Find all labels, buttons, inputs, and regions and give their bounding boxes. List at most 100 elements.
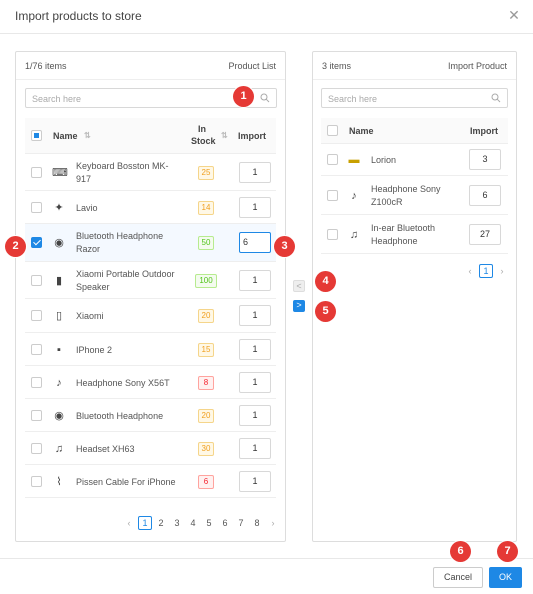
page-number[interactable]: 6 — [218, 517, 232, 531]
import-quantity-input[interactable]: 1 — [239, 372, 271, 393]
row-checkbox[interactable] — [327, 229, 338, 240]
row-checkbox[interactable] — [31, 476, 42, 487]
row-checkbox[interactable] — [327, 154, 338, 165]
import-quantity-input[interactable]: 1 — [239, 471, 271, 492]
row-checkbox[interactable] — [31, 344, 42, 355]
row-checkbox[interactable] — [31, 443, 42, 454]
product-pagination: ‹ 1 2 3 4 5 6 7 8 › — [122, 516, 282, 531]
page-number[interactable]: 3 — [170, 517, 184, 531]
import-quantity-input[interactable]: 3 — [469, 149, 501, 170]
move-right-button[interactable]: > — [293, 300, 305, 312]
import-quantity-input[interactable]: 1 — [239, 438, 271, 459]
stock-badge: 15 — [198, 343, 214, 357]
table-row[interactable]: ♪ Headphone Sony Z100cR 6 — [321, 176, 508, 215]
product-name-line1: Headset XH63 — [76, 444, 135, 454]
table-row[interactable]: ▮ Xiaomi Portable Outdoor Speaker 100 1 — [25, 262, 276, 299]
search-icon — [260, 93, 270, 103]
annotation-badge: 4 — [315, 271, 336, 292]
prev-page-icon[interactable]: ‹ — [122, 517, 136, 531]
product-rows: ⌨ Keyboard Bosston MK- 917 25 1 ✦ Lavio … — [25, 154, 276, 498]
import-quantity-input[interactable]: 1 — [239, 162, 271, 183]
sort-icon[interactable]: ⇅ — [221, 131, 228, 140]
table-row[interactable]: ♪ Headphone Sony X56T 8 1 — [25, 366, 276, 399]
annotation-badge: 3 — [274, 236, 295, 257]
import-search-input[interactable]: Search here — [321, 88, 508, 108]
table-row[interactable]: ♫ Headset XH63 30 1 — [25, 432, 276, 465]
product-thumbnail-icon: ✦ — [54, 202, 64, 214]
annotation-badge: 2 — [5, 236, 26, 257]
product-name: Bluetooth Headphone — [76, 410, 163, 423]
table-row[interactable]: ▬ Lorion 3 — [321, 144, 508, 176]
page-number[interactable]: 4 — [186, 517, 200, 531]
table-row[interactable]: ⌇ Pissen Cable For iPhone 6 1 — [25, 465, 276, 498]
annotation-badge: 5 — [315, 301, 336, 322]
page-number[interactable]: 1 — [479, 264, 493, 278]
table-row[interactable]: ⌨ Keyboard Bosston MK- 917 25 1 — [25, 154, 276, 191]
product-name: Headphone Sony X56T — [76, 377, 170, 390]
column-in-stock-1: In — [198, 124, 206, 134]
import-table: Name Import ▬ Lorion 3 ♪ Headphone Sony … — [321, 118, 508, 254]
row-checkbox[interactable] — [31, 275, 42, 286]
page-number[interactable]: 5 — [202, 517, 216, 531]
product-thumbnail-icon: ♪ — [56, 377, 62, 389]
product-name-line1: Keyboard Bosston MK- — [76, 161, 169, 171]
import-quantity-input[interactable]: 1 — [239, 197, 271, 218]
import-quantity-input[interactable]: 6 — [469, 185, 501, 206]
product-name: Pissen Cable For iPhone — [76, 476, 176, 489]
move-left-button[interactable]: < — [293, 280, 305, 292]
next-page-icon[interactable]: › — [266, 517, 280, 531]
import-product-panel: 3 items Import Product Search here Name … — [312, 51, 517, 542]
stock-badge: 20 — [198, 309, 214, 323]
row-checkbox[interactable] — [327, 190, 338, 201]
product-name-line1: Bluetooth Headphone — [76, 411, 164, 421]
import-quantity-input[interactable]: 6 — [239, 232, 271, 253]
select-all-checkbox[interactable] — [327, 125, 338, 136]
stock-badge: 20 — [198, 409, 214, 423]
product-name-line1: Headphone Sony — [371, 184, 441, 194]
column-import: Import — [470, 126, 498, 136]
table-row[interactable]: ▪ IPhone 2 15 1 — [25, 333, 276, 366]
ok-button[interactable]: OK — [489, 567, 522, 588]
header-divider — [0, 33, 533, 34]
import-quantity-input[interactable]: 1 — [239, 270, 271, 291]
sort-icon[interactable]: ⇅ — [84, 131, 91, 140]
product-thumbnail-icon: ◉ — [54, 237, 64, 249]
table-row[interactable]: ◉ Bluetooth Headphone 20 1 — [25, 399, 276, 432]
row-checkbox[interactable] — [31, 310, 42, 321]
page-number[interactable]: 1 — [138, 516, 152, 530]
close-icon[interactable]: ✕ — [507, 8, 521, 22]
page-number[interactable]: 8 — [250, 517, 264, 531]
prev-page-icon[interactable]: ‹ — [463, 265, 477, 279]
table-row[interactable]: ◉ Bluetooth Headphone Razor 50 6 — [25, 224, 276, 262]
row-checkbox[interactable] — [31, 237, 42, 248]
import-quantity-input[interactable]: 27 — [469, 224, 501, 245]
product-name-line1: IPhone 2 — [76, 345, 113, 355]
product-thumbnail-icon: ▯ — [55, 310, 63, 322]
table-row[interactable]: ▯ Xiaomi 20 1 — [25, 299, 276, 333]
product-name: Keyboard Bosston MK- 917 — [76, 160, 169, 186]
next-page-icon[interactable]: › — [495, 265, 509, 279]
row-checkbox[interactable] — [31, 377, 42, 388]
table-row[interactable]: ✦ Lavio 14 1 — [25, 191, 276, 224]
import-quantity-input[interactable]: 1 — [239, 405, 271, 426]
import-product-count: 3 items — [322, 61, 352, 71]
column-in-stock-2[interactable]: Stock — [191, 136, 216, 146]
stock-badge: 25 — [198, 166, 214, 180]
page-number[interactable]: 2 — [154, 517, 168, 531]
product-name-line1: In-ear Bluetooth — [371, 223, 436, 233]
product-name-line1: Lavio — [76, 203, 98, 213]
table-row[interactable]: ♫ In-ear Bluetooth Headphone 27 — [321, 215, 508, 254]
import-quantity-input[interactable]: 1 — [239, 305, 271, 326]
row-checkbox[interactable] — [31, 167, 42, 178]
column-name[interactable]: Name — [53, 131, 78, 141]
select-all-checkbox[interactable] — [31, 130, 42, 141]
row-checkbox[interactable] — [31, 410, 42, 421]
import-quantity-input[interactable]: 1 — [239, 339, 271, 360]
row-checkbox[interactable] — [31, 202, 42, 213]
annotation-badge: 1 — [233, 86, 254, 107]
product-name-line1: Xiaomi — [76, 311, 104, 321]
product-thumbnail-icon: ▮ — [55, 275, 63, 287]
product-name-line2: Z100cR — [371, 197, 403, 207]
page-number[interactable]: 7 — [234, 517, 248, 531]
cancel-button[interactable]: Cancel — [433, 567, 483, 588]
